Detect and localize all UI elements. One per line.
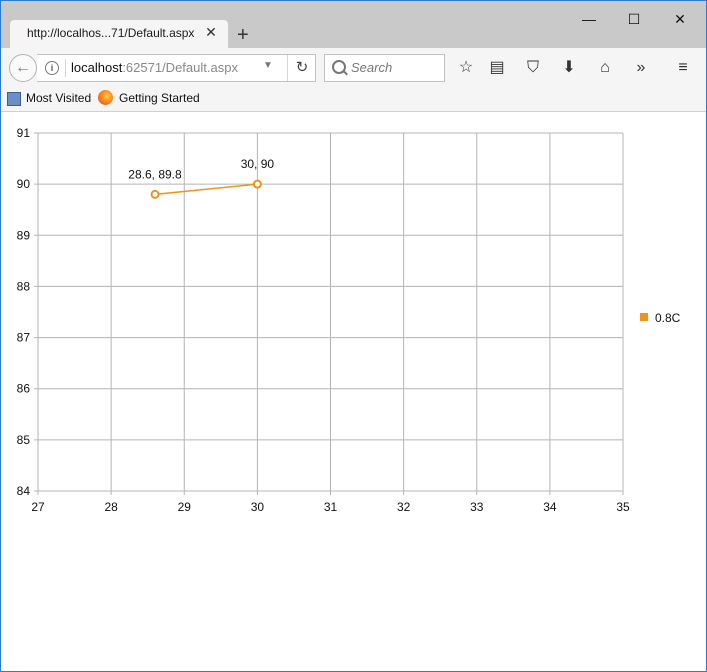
x-tick-label: 34 (543, 500, 557, 514)
bookmarks-toolbar: Most Visited Getting Started (1, 88, 706, 112)
maximize-icon[interactable]: ☐ (624, 9, 644, 29)
home-icon[interactable]: ⌂ (595, 58, 615, 78)
bookmark-star-icon[interactable]: ☆ (456, 58, 476, 78)
reading-list-icon[interactable]: ▤ (487, 58, 507, 78)
overflow-chevron-icon[interactable]: » (631, 58, 651, 78)
browser-tab[interactable]: http://localhos...71/Default.aspx ✕ (10, 20, 228, 48)
address-bar[interactable]: i localhost:62571/Default.aspx ▼ ↻ (37, 54, 316, 82)
y-tick-label: 86 (17, 382, 31, 396)
x-tick-label: 30 (251, 500, 265, 514)
x-tick-label: 28 (104, 500, 118, 514)
x-tick-label: 32 (397, 500, 411, 514)
scatter-chart: 27 28 29 30 31 32 33 34 35 84 85 86 87 88 89 90 91 28.6, … (17, 126, 681, 514)
x-tick-label: 29 (178, 500, 192, 514)
x-tick-label: 27 (31, 500, 45, 514)
dropdown-arrow-icon[interactable]: ▼ (263, 60, 273, 71)
hamburger-menu-icon[interactable]: ≡ (673, 58, 693, 78)
y-tick-label: 87 (17, 331, 31, 345)
back-arrow-icon[interactable]: ← (9, 54, 37, 82)
url-separator (65, 59, 66, 77)
bookmark-getting-started[interactable]: Getting Started (119, 91, 200, 105)
info-icon[interactable]: i (45, 61, 59, 75)
firefox-icon (98, 90, 113, 105)
browser-window: http://localhos...71/Default.aspx ✕ + — … (0, 0, 707, 672)
url-host: localhost (71, 60, 123, 75)
x-tick-label: 31 (324, 500, 338, 514)
search-icon (332, 60, 346, 74)
series-line (154, 183, 258, 196)
data-point (150, 189, 160, 199)
download-icon[interactable]: ⬇ (559, 58, 579, 78)
pocket-icon[interactable]: ⛉ (523, 58, 543, 78)
y-tick-label: 89 (17, 228, 31, 242)
x-tick-label: 35 (616, 500, 630, 514)
close-tab-icon[interactable]: ✕ (204, 25, 218, 39)
navigation-toolbar: ← i localhost:62571/Default.aspx ▼ ↻ Sea… (1, 48, 706, 88)
data-point (252, 179, 262, 189)
legend-label: 0.8C (655, 311, 681, 325)
data-label: 30, 90 (241, 157, 275, 171)
minimize-icon[interactable]: — (579, 9, 599, 29)
y-tick-label: 91 (17, 126, 31, 140)
legend-swatch (640, 313, 648, 321)
most-visited-icon (7, 92, 21, 106)
x-tick-label: 33 (470, 500, 484, 514)
y-tick-label: 84 (17, 484, 31, 498)
title-bar: http://localhos...71/Default.aspx ✕ + — … (1, 1, 706, 48)
search-placeholder: Search (351, 60, 393, 75)
data-label: 28.6, 89.8 (128, 167, 182, 181)
search-input[interactable]: Search (324, 54, 445, 82)
y-tick-label: 85 (17, 433, 31, 447)
page-content: 27 28 29 30 31 32 33 34 35 84 85 86 87 88 89 90 91 28.6, … (1, 112, 706, 671)
new-tab-icon[interactable]: + (237, 25, 249, 45)
tab-title: http://localhos...71/Default.aspx (27, 26, 195, 40)
bookmark-most-visited[interactable]: Most Visited (26, 91, 91, 105)
y-tick-label: 88 (17, 279, 31, 293)
reload-icon[interactable]: ↻ (287, 55, 316, 81)
url-path: :62571/Default.aspx (122, 60, 238, 75)
url-text[interactable]: localhost:62571/Default.aspx (71, 60, 238, 75)
y-tick-label: 90 (17, 177, 31, 191)
close-window-icon[interactable]: ✕ (670, 9, 690, 29)
